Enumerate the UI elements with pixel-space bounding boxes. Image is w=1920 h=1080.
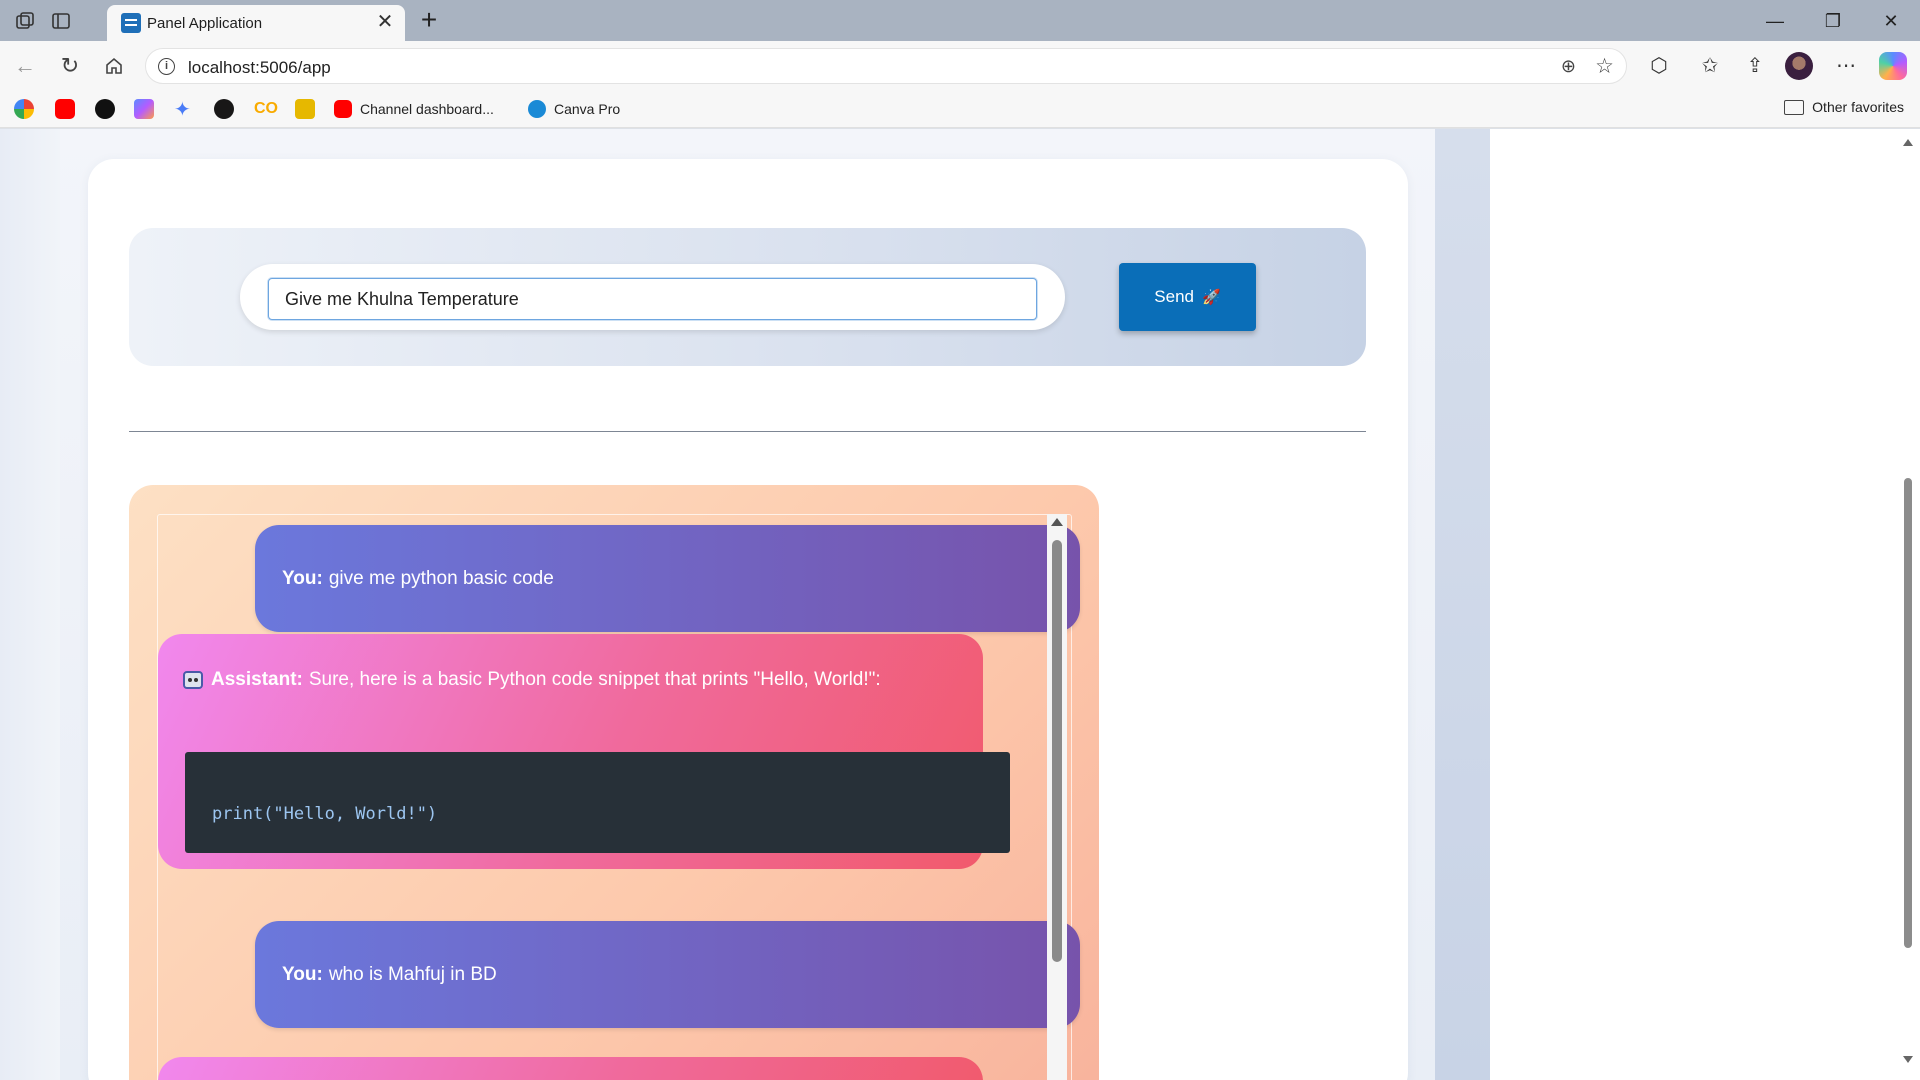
input-wrapper <box>240 264 1065 330</box>
bookmark-github[interactable] <box>214 99 234 119</box>
gemini-icon: ✦ <box>174 98 191 121</box>
refresh-icon[interactable]: ↻ <box>57 53 83 79</box>
section-divider <box>129 431 1366 432</box>
sheets-icon <box>295 99 315 119</box>
assistant-message-partial <box>158 1057 983 1080</box>
youtube-icon <box>334 100 352 118</box>
tab-title: Panel Application <box>147 15 263 32</box>
other-favorites-label: Other favorites <box>1812 99 1904 115</box>
active-tab[interactable]: Panel Application ✕ <box>107 5 405 41</box>
page-scroll-up-icon[interactable] <box>1903 139 1913 146</box>
user-message: You: who is Mahfuj in BD <box>255 921 1080 1028</box>
bookmark-copilot[interactable] <box>134 99 154 119</box>
new-tab-icon[interactable]: + <box>414 6 444 36</box>
bookmark-youtube[interactable] <box>55 99 75 119</box>
message-sender: You: <box>282 567 323 589</box>
bookmark-label: Channel dashboard... <box>360 101 494 117</box>
back-icon[interactable]: ← <box>12 53 38 79</box>
site-info-icon[interactable]: i <box>158 58 175 75</box>
robot-icon <box>183 671 203 689</box>
chat-input[interactable] <box>268 278 1037 320</box>
extensions-icon[interactable]: ⬡ <box>1645 52 1673 80</box>
page-scrollbar[interactable] <box>1896 129 1920 1080</box>
address-toolbar: ← ↻ i localhost:5006/app ⊕ ☆ ⬡ ✩ ⇪ ⋯ <box>0 41 1920 90</box>
bookmark-gemini[interactable]: ✦ <box>174 98 191 121</box>
more-menu-icon[interactable]: ⋯ <box>1832 52 1860 80</box>
code-text: print("Hello, World!") <box>212 804 438 824</box>
minimize-icon[interactable]: — <box>1755 8 1795 34</box>
bookmark-google[interactable] <box>14 99 34 119</box>
right-margin <box>1435 129 1490 1080</box>
canva-icon <box>528 100 546 118</box>
assistant-line: Assistant: Sure, here is a basic Python … <box>183 669 881 691</box>
favorites-icon[interactable]: ✩ <box>1696 52 1724 80</box>
profile-avatar[interactable] <box>1785 52 1813 80</box>
restore-icon[interactable]: ❐ <box>1813 8 1853 34</box>
message-sender: You: <box>282 963 323 985</box>
page-scroll-down-icon[interactable] <box>1903 1056 1913 1063</box>
scroll-up-icon[interactable] <box>1051 518 1063 526</box>
close-window-icon[interactable]: ✕ <box>1871 8 1911 34</box>
page-scroll-thumb[interactable] <box>1904 478 1912 948</box>
folder-icon <box>1784 99 1805 115</box>
message-sender: Assistant: <box>211 669 303 690</box>
home-icon[interactable] <box>101 53 127 79</box>
chat-scroll-thumb[interactable] <box>1052 540 1062 962</box>
vertical-tabs-icon[interactable] <box>49 9 73 33</box>
code-block: print("Hello, World!") <box>185 752 1010 853</box>
send-label: Send <box>1154 287 1194 306</box>
copilot-icon[interactable] <box>1879 52 1907 80</box>
left-margin <box>0 129 60 1080</box>
google-icon <box>14 99 34 119</box>
input-panel: Send 🚀 <box>129 228 1366 366</box>
bookmark-label: Canva Pro <box>554 101 621 117</box>
rocket-icon: 🚀 <box>1202 289 1221 306</box>
message-text: Sure, here is a basic Python code snippe… <box>308 669 881 690</box>
page-viewport: Send 🚀 You: give me python basic code As… <box>0 129 1920 1080</box>
youtube-icon <box>55 99 75 119</box>
url-text[interactable]: localhost:5006/app <box>188 58 331 78</box>
send-button[interactable]: Send 🚀 <box>1119 263 1256 331</box>
user-message: You: give me python basic code <box>255 525 1080 632</box>
favorite-star-icon[interactable]: ☆ <box>1595 54 1614 79</box>
zoom-icon[interactable]: ⊕ <box>1561 56 1576 77</box>
colab-icon: CO <box>254 100 278 117</box>
share-icon[interactable]: ⇪ <box>1741 52 1769 80</box>
bookmark-channel-dashboard[interactable]: Channel dashboard... <box>334 99 494 119</box>
bookmark-openai[interactable] <box>95 99 115 119</box>
close-tab-icon[interactable]: ✕ <box>373 10 397 34</box>
address-bar[interactable]: i localhost:5006/app ⊕ ☆ <box>145 48 1627 84</box>
panel-app-favicon-icon <box>121 13 141 33</box>
bookmarks-bar: ✦ CO Channel dashboard... Canva Pro Othe… <box>0 90 1920 128</box>
copilot-bookmark-icon <box>134 99 154 119</box>
message-text: give me python basic code <box>328 567 554 589</box>
other-favorites[interactable]: Other favorites <box>1784 99 1904 115</box>
openai-icon <box>95 99 115 119</box>
chat-scrollbar[interactable] <box>1047 514 1067 1080</box>
workspaces-icon[interactable] <box>13 9 37 33</box>
bookmark-colab[interactable]: CO <box>254 99 278 119</box>
tab-strip: Panel Application ✕ + — ❐ ✕ <box>0 0 1920 41</box>
bookmark-sheets[interactable] <box>295 99 315 119</box>
message-text: who is Mahfuj in BD <box>328 963 497 985</box>
bookmark-canva[interactable]: Canva Pro <box>528 99 620 119</box>
github-icon <box>214 99 234 119</box>
